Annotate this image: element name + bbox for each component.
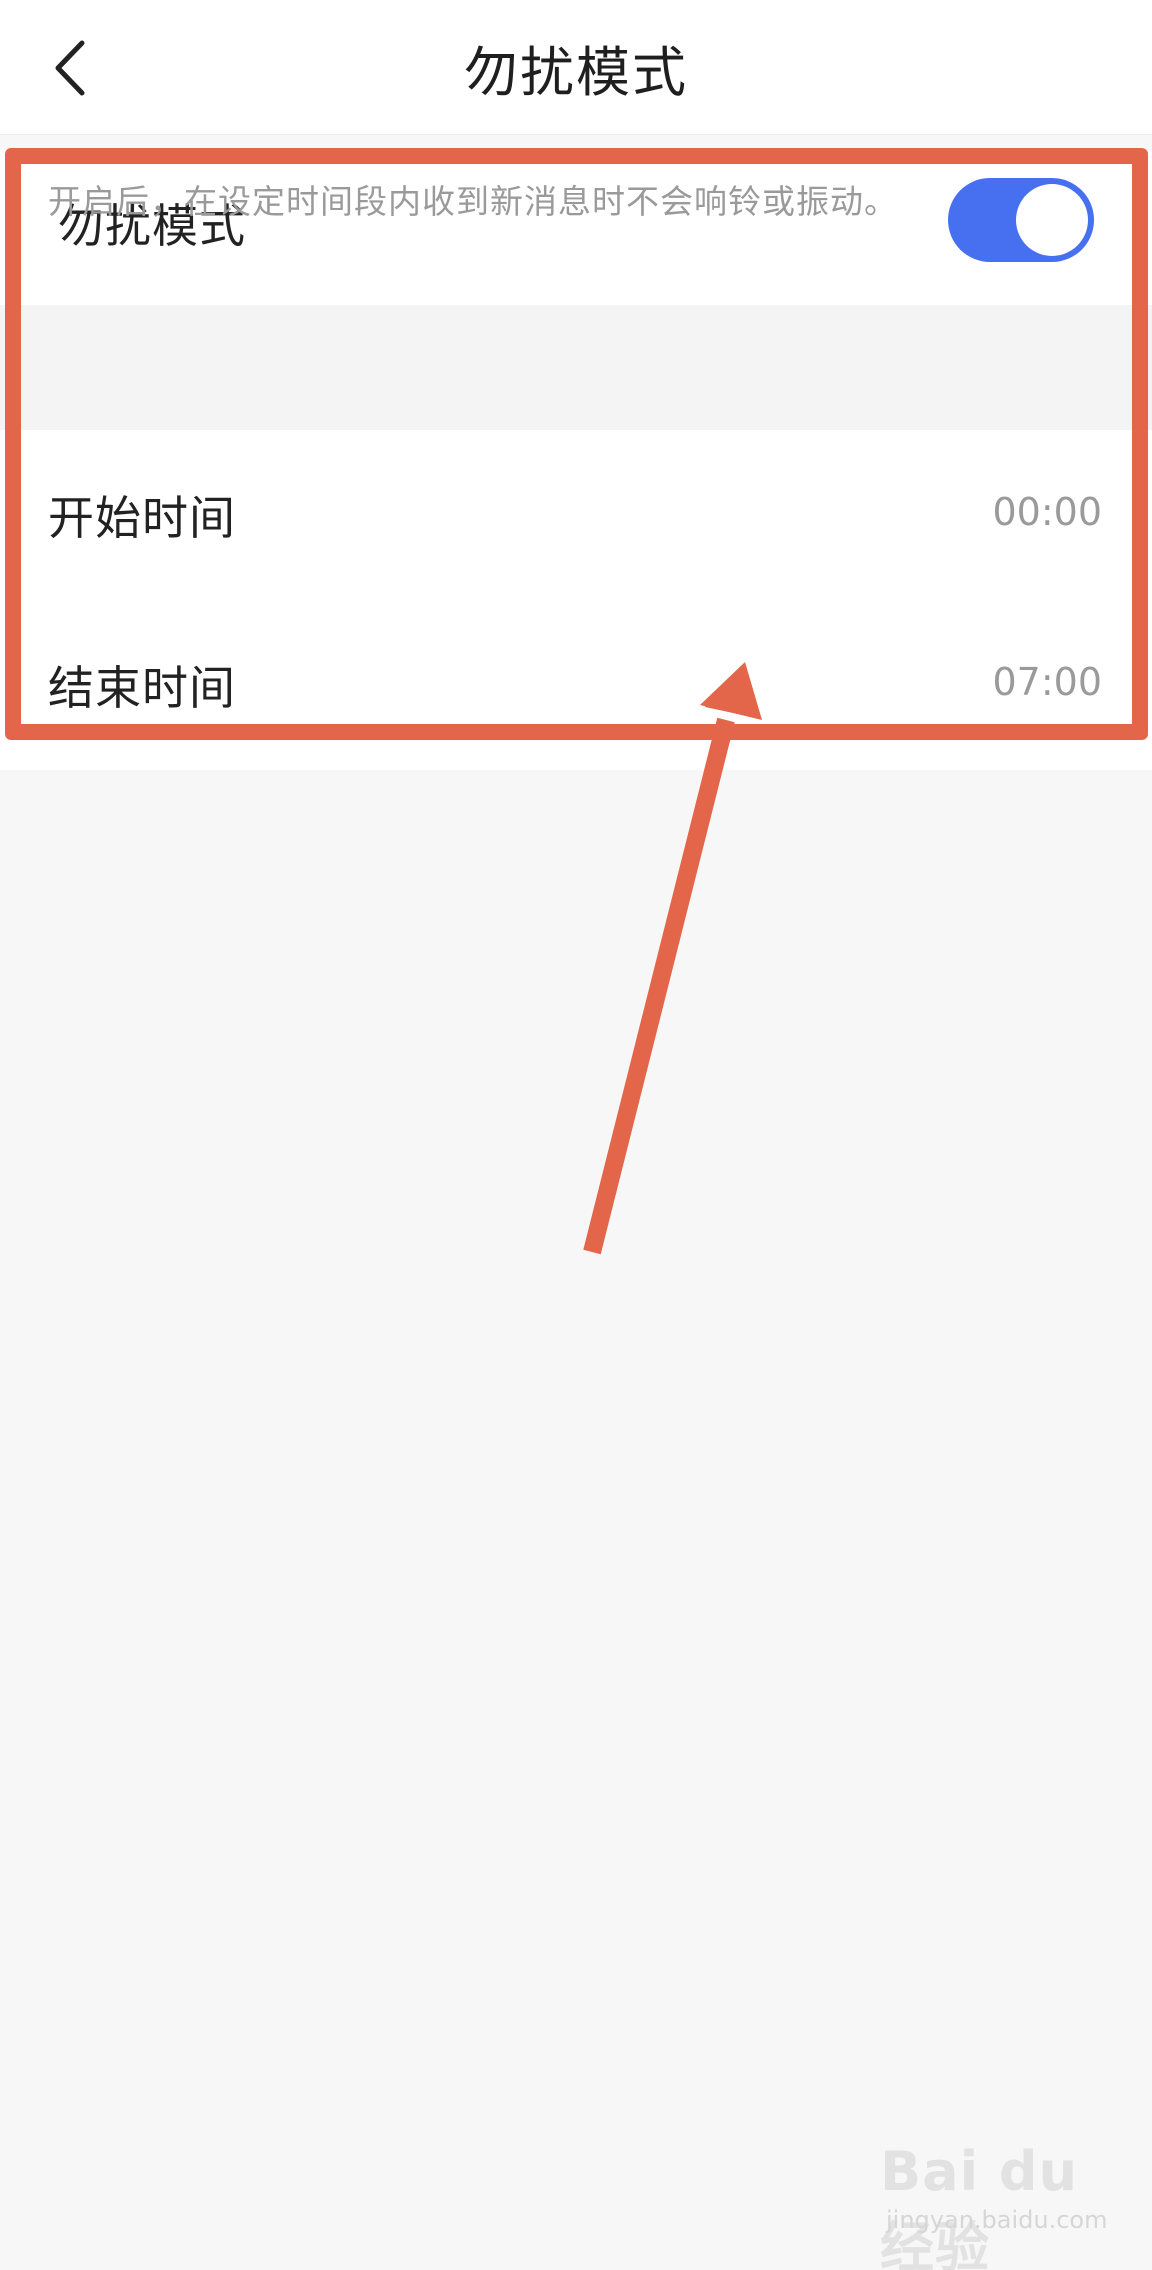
dnd-toggle-switch[interactable] bbox=[948, 178, 1094, 262]
page: 勿扰模式 勿扰模式 开始时间 00:00 结束时间 07:00 开启后，在设定时… bbox=[0, 0, 1152, 2270]
dnd-description-text: 开启后，在设定时间段内收到新消息时不会响铃或振动。 bbox=[48, 182, 898, 221]
dnd-settings-card: 勿扰模式 开始时间 00:00 结束时间 07:00 bbox=[0, 150, 1152, 770]
dnd-description-section bbox=[0, 305, 1152, 430]
watermark-brand: Bai du 经验 bbox=[880, 2140, 1079, 2270]
start-time-value: 00:00 bbox=[992, 490, 1102, 534]
end-time-row[interactable]: 结束时间 07:00 bbox=[0, 600, 1152, 770]
start-time-label: 开始时间 bbox=[48, 491, 236, 545]
page-title: 勿扰模式 bbox=[464, 41, 688, 104]
dnd-toggle-row: 勿扰模式 bbox=[0, 150, 1152, 305]
end-time-value: 07:00 bbox=[992, 660, 1102, 704]
end-time-label: 结束时间 bbox=[48, 661, 236, 715]
nav-bar: 勿扰模式 bbox=[0, 0, 1152, 135]
toggle-knob bbox=[1016, 184, 1088, 256]
watermark: Bai du 经验 jingyan.baidu.com bbox=[880, 2140, 1120, 2270]
start-time-row[interactable]: 开始时间 00:00 bbox=[0, 430, 1152, 600]
watermark-url: jingyan.baidu.com bbox=[886, 2206, 1108, 2234]
